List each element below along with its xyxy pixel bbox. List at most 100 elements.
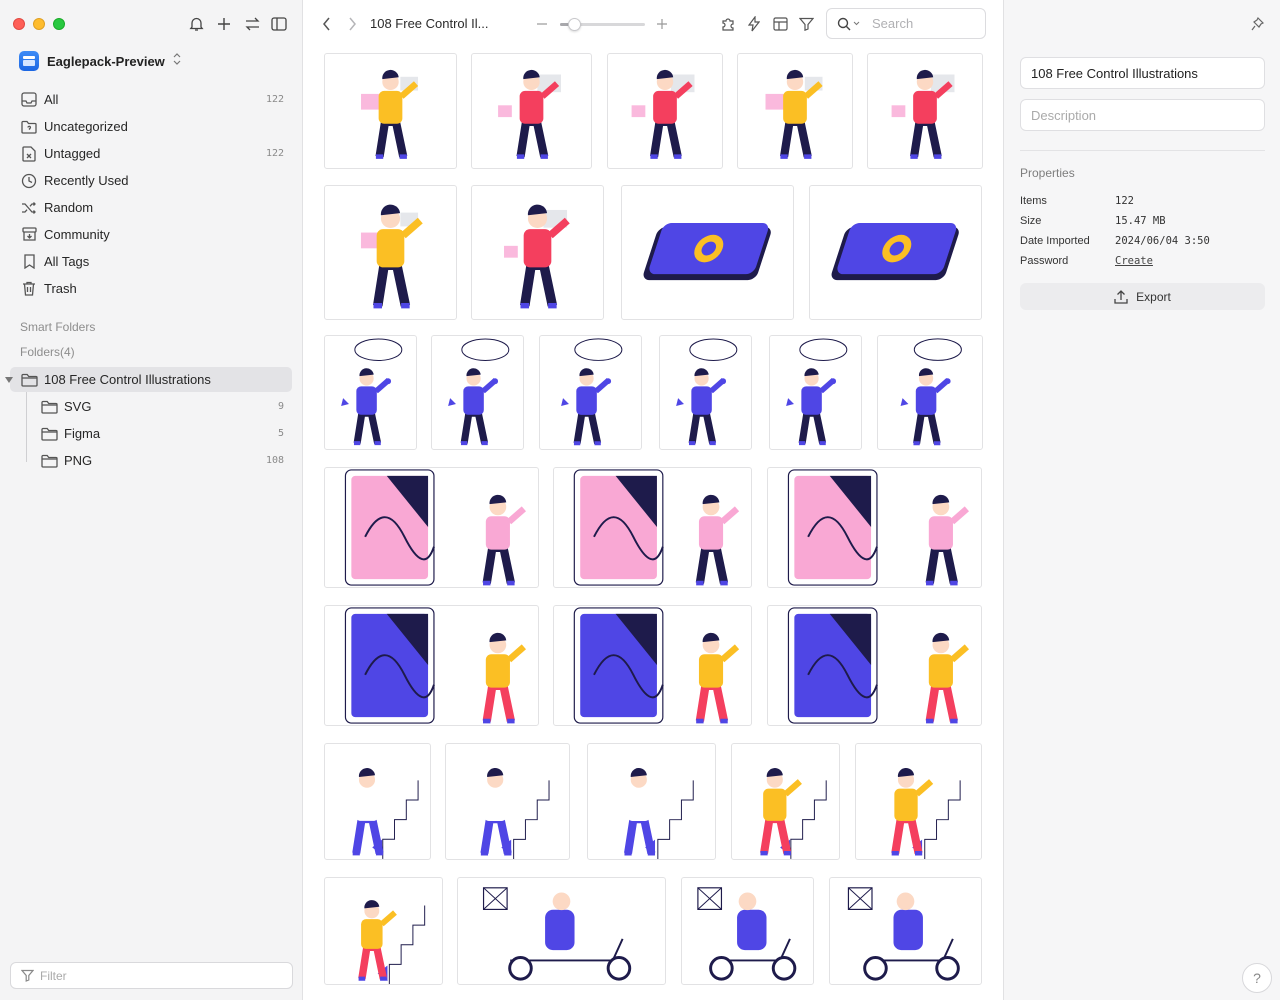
export-button[interactable]: Export: [1020, 283, 1265, 310]
bolt-icon[interactable]: [744, 15, 764, 33]
illustration-thumbnail[interactable]: [553, 467, 752, 588]
illustration-thumbnail[interactable]: [324, 605, 539, 726]
illustration-thumbnail[interactable]: [457, 877, 666, 985]
illustration-image: [697, 887, 797, 981]
illustration-thumbnail[interactable]: [431, 335, 524, 450]
library-icon: [19, 51, 39, 71]
folders-heading[interactable]: Folders(4): [20, 345, 75, 359]
illustration-thumbnail[interactable]: [737, 53, 853, 169]
bell-icon[interactable]: [186, 15, 206, 33]
sidebar-item-uncategorized[interactable]: Uncategorized: [10, 114, 292, 139]
disclosure-triangle-icon[interactable]: [5, 376, 13, 383]
sidebar-item-label: Untagged: [44, 146, 101, 161]
sidebar-item-recently-used[interactable]: Recently Used: [10, 168, 292, 193]
illustration-thumbnail[interactable]: [324, 335, 417, 450]
illustration-thumbnail[interactable]: [471, 185, 604, 320]
illustration-image: [482, 887, 632, 981]
pin-icon[interactable]: [1248, 15, 1266, 33]
forward-arrow-icon[interactable]: [344, 15, 360, 33]
export-label: Export: [1136, 289, 1171, 304]
sidebar-item-untagged[interactable]: Untagged 122: [10, 141, 292, 166]
property-key: Date Imported: [1020, 235, 1090, 247]
divider: [1020, 150, 1265, 151]
illustration-thumbnail[interactable]: [829, 877, 982, 985]
smart-folders-heading[interactable]: Smart Folders: [20, 320, 95, 334]
illustration-image: [760, 768, 827, 859]
folder-item[interactable]: PNG 108: [10, 448, 292, 473]
folder-count: 9: [277, 401, 284, 412]
sidebar-item-count: 122: [265, 148, 284, 159]
illustration-thumbnail[interactable]: [621, 185, 794, 320]
illustration-image: [900, 338, 962, 446]
illustration-thumbnail[interactable]: [877, 335, 983, 450]
folder-label: 108 Free Control Illustrations: [44, 372, 211, 387]
illustration-thumbnail[interactable]: [445, 743, 570, 860]
illustration-thumbnail[interactable]: [324, 743, 431, 860]
sidebar-item-count: 122: [265, 94, 284, 105]
trash-icon: [20, 280, 38, 298]
description-field[interactable]: Description: [1020, 99, 1265, 131]
folder-count: 108: [265, 455, 284, 466]
illustration-thumbnail[interactable]: [767, 467, 982, 588]
sidebar-item-label: All: [44, 92, 59, 107]
illustration-thumbnail[interactable]: [767, 605, 982, 726]
minimize-window-button[interactable]: [33, 18, 45, 30]
illustration-thumbnail[interactable]: [324, 185, 457, 320]
zoom-slider-knob[interactable]: [567, 18, 581, 31]
sidebar-toggle-icon[interactable]: [269, 15, 289, 33]
illustration-thumbnail[interactable]: [867, 53, 983, 169]
folder-item[interactable]: Figma 5: [10, 421, 292, 446]
zoom-slider[interactable]: [560, 18, 645, 31]
search-field[interactable]: Search: [826, 8, 986, 39]
swap-icon[interactable]: [242, 15, 262, 33]
sidebar-item-all[interactable]: All 122: [10, 87, 292, 112]
illustration-thumbnail[interactable]: [539, 335, 642, 450]
illustration-image: [360, 204, 423, 309]
illustration-image: [561, 338, 623, 446]
illustration-thumbnail[interactable]: [553, 605, 752, 726]
illustration-thumbnail[interactable]: [681, 877, 814, 985]
sidebar-item-all-tags[interactable]: All Tags: [10, 249, 292, 274]
illustration-image: [786, 338, 848, 446]
illustration-thumbnail[interactable]: [587, 743, 716, 860]
illustration-image: [352, 768, 419, 859]
sidebar-item-community[interactable]: Community: [10, 222, 292, 247]
illustration-thumbnail[interactable]: [731, 743, 840, 860]
property-value: 2024/06/04 3:50: [1115, 235, 1210, 247]
illustration-thumbnail[interactable]: [324, 467, 539, 588]
close-window-button[interactable]: [13, 18, 25, 30]
sidebar-item-trash[interactable]: Trash: [10, 276, 292, 301]
library-switcher[interactable]: Eaglepack-Preview: [14, 48, 294, 74]
filter-field[interactable]: Filter: [10, 962, 293, 989]
zoom-out-icon[interactable]: [535, 15, 549, 33]
plugin-icon[interactable]: [718, 15, 738, 33]
add-icon[interactable]: [214, 15, 234, 33]
illustration-image: [787, 607, 970, 724]
illustration-thumbnail[interactable]: [659, 335, 752, 450]
folder-item[interactable]: 108 Free Control Illustrations: [5, 367, 292, 392]
property-value[interactable]: Create: [1115, 255, 1153, 267]
breadcrumb[interactable]: 108 Free Control Il...: [370, 16, 489, 31]
help-button[interactable]: ?: [1242, 963, 1272, 993]
illustration-thumbnail[interactable]: [324, 877, 443, 985]
illustration-thumbnail[interactable]: [471, 53, 592, 169]
folder-item[interactable]: SVG 9: [10, 394, 292, 419]
illustration-image: [361, 69, 419, 159]
clock-icon: [20, 172, 38, 190]
back-arrow-icon[interactable]: [318, 15, 334, 33]
illustration-thumbnail[interactable]: [769, 335, 862, 450]
folder-label: SVG: [64, 399, 92, 414]
title-field[interactable]: 108 Free Control Illustrations: [1020, 57, 1265, 89]
folder-label: PNG: [64, 453, 93, 468]
illustration-thumbnail[interactable]: [855, 743, 982, 860]
illustration-thumbnail[interactable]: [607, 53, 723, 169]
folder-label: Figma: [64, 426, 101, 441]
illustration-thumbnail[interactable]: [809, 185, 982, 320]
funnel-icon[interactable]: [796, 15, 816, 33]
zoom-in-icon[interactable]: [655, 15, 669, 33]
illustration-image: [358, 900, 426, 984]
sidebar-item-random[interactable]: Random: [10, 195, 292, 220]
illustration-thumbnail[interactable]: [324, 53, 457, 169]
layout-icon[interactable]: [770, 15, 790, 33]
zoom-window-button[interactable]: [53, 18, 65, 30]
